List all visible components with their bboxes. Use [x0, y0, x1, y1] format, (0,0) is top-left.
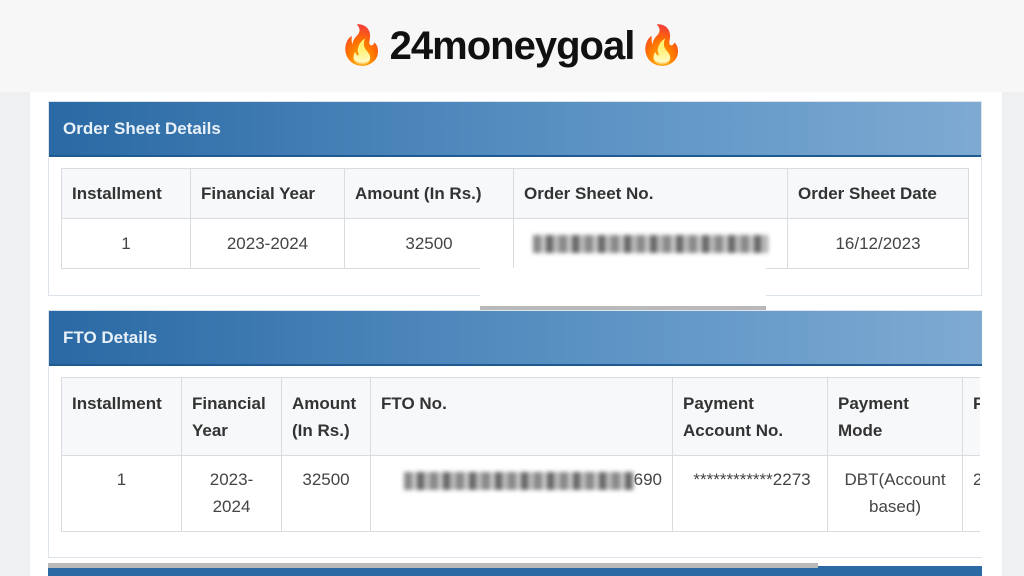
cell-financial-year: 2023-2024 — [190, 218, 345, 269]
watermark-banner: 🔥 24moneygoal 🔥 — [0, 0, 1024, 92]
col-payment-mode: Payment Mode — [827, 377, 963, 456]
fto-horizontal-scrollbar[interactable] — [48, 563, 818, 568]
cell-order-sheet-no-redacted — [513, 218, 788, 269]
col-financial-year: Financial Year — [190, 168, 345, 219]
fire-icon: 🔥 — [338, 25, 386, 67]
table-row: 1 2023-2024 32500 690 ************2273 D… — [61, 455, 980, 532]
col-order-sheet-date: Order Sheet Date — [787, 168, 969, 219]
col-fto-no: FTO No. — [370, 377, 673, 456]
fire-icon: 🔥 — [638, 25, 686, 67]
col-amount: Amount (In Rs.) — [281, 377, 371, 456]
cell-financial-year: 2023-2024 — [181, 455, 282, 532]
cell-fto-no: 690 — [370, 455, 673, 532]
col-payment-date: P D — [962, 377, 980, 456]
overlay-mask — [480, 268, 766, 306]
fto-table: Installment Financial Year Amount (In Rs… — [61, 377, 980, 532]
order-sheet-header: Order Sheet Details — [49, 102, 981, 157]
cell-installment: 1 — [61, 218, 191, 269]
col-financial-year: Financial Year — [181, 377, 282, 456]
col-order-sheet-no: Order Sheet No. — [513, 168, 788, 219]
banner-title: 24moneygoal — [389, 23, 636, 68]
cell-payment-mode: DBT(Account based) — [827, 455, 963, 532]
cell-installment: 1 — [61, 455, 182, 532]
col-payment-account: Payment Account No. — [672, 377, 828, 456]
col-installment: Installment — [61, 168, 191, 219]
cell-amount: 32500 — [281, 455, 371, 532]
cell-order-sheet-date: 16/12/2023 — [787, 218, 969, 269]
cell-payment-account: ************2273 — [672, 455, 828, 532]
cell-payment-date: 2 — [962, 455, 980, 532]
col-installment: Installment — [61, 377, 182, 456]
cell-amount: 32500 — [344, 218, 514, 269]
fto-table-scroll[interactable]: Installment Financial Year Amount (In Rs… — [61, 377, 980, 537]
col-amount: Amount (In Rs.) — [344, 168, 514, 219]
order-sheet-table: Installment Financial Year Amount (In Rs… — [61, 168, 969, 269]
table-row: 1 2023-2024 32500 16/12/2023 — [61, 218, 969, 269]
fto-header: FTO Details — [49, 311, 982, 366]
